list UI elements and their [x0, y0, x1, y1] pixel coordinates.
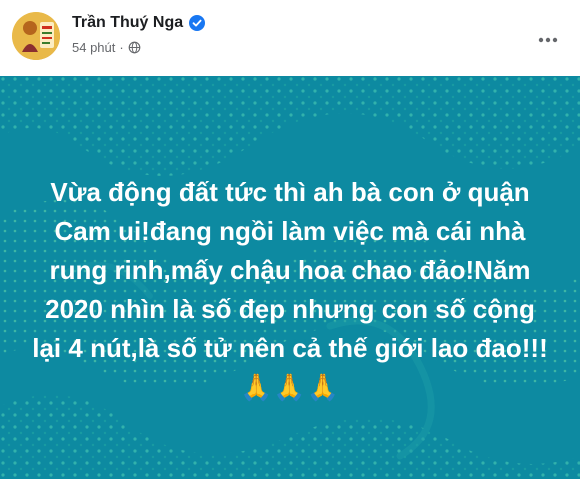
author-avatar[interactable] — [12, 12, 60, 60]
more-options-button[interactable] — [530, 22, 566, 58]
post-header: Trần Thuý Nga 54 phút · — [0, 0, 580, 76]
post-text: Vừa động đất tức thì ah bà con ở quận Ca… — [30, 173, 550, 407]
author-line: Trần Thuý Nga — [72, 13, 206, 33]
meta-separator: · — [119, 40, 124, 55]
globe-icon[interactable] — [128, 41, 141, 54]
verified-badge-icon — [189, 15, 206, 31]
more-horizontal-icon — [538, 37, 558, 43]
praying-hands-emoji: 🙏🙏🙏 — [239, 372, 341, 402]
post-timestamp[interactable]: 54 phút — [72, 40, 115, 55]
post-background-card: Vừa động đất tức thì ah bà con ở quận Ca… — [0, 76, 580, 479]
author-name[interactable]: Trần Thuý Nga — [72, 13, 183, 33]
post-body: Vừa động đất tức thì ah bà con ở quận Ca… — [32, 177, 548, 363]
post-meta: 54 phút · — [72, 40, 141, 55]
facebook-post: Trần Thuý Nga 54 phút · Vừa động đất tức… — [0, 0, 580, 479]
